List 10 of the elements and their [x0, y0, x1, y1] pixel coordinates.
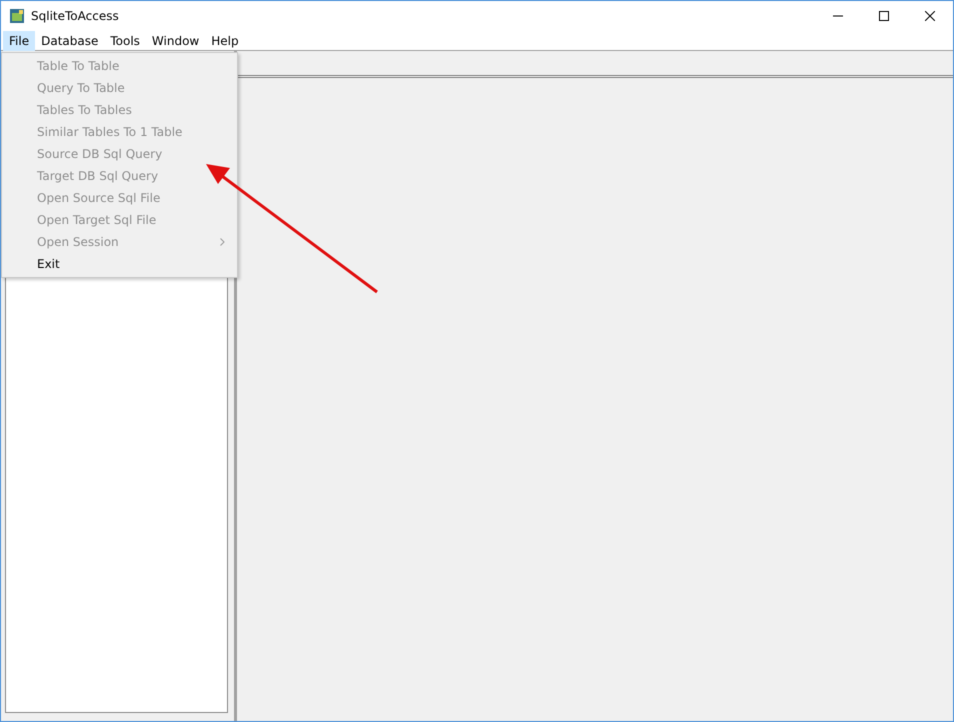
menu-entry[interactable]: Exit	[2, 253, 237, 275]
app-icon	[9, 8, 25, 24]
menu-item[interactable]: Help	[205, 30, 245, 50]
menu-item[interactable]: Database	[35, 30, 104, 50]
maximize-icon	[879, 11, 889, 21]
window-title: SqliteToAccess	[31, 8, 119, 25]
menu-item[interactable]: Tools	[104, 30, 146, 50]
close-icon	[925, 11, 935, 21]
menu-item[interactable]: File	[3, 30, 36, 50]
menu-item[interactable]: Window	[146, 30, 206, 50]
